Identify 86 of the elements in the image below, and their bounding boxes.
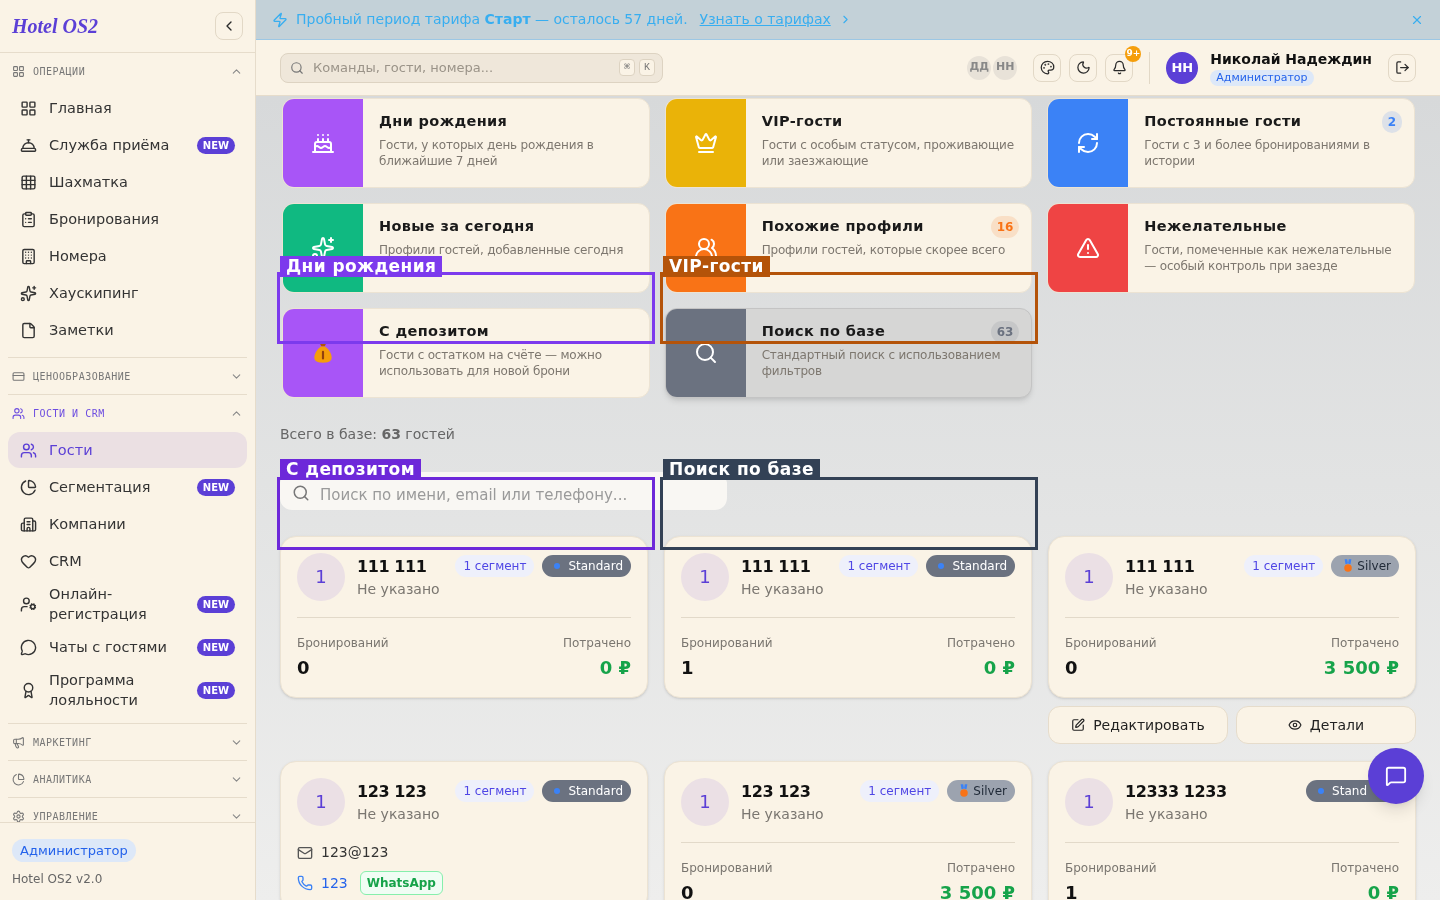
category-title: Поиск по базе <box>761 322 886 342</box>
guest-subtitle: Не указано <box>741 805 825 824</box>
bookings-label: Бронирований <box>681 860 773 877</box>
category-title: Похожие профили <box>761 217 924 237</box>
new-badge: NEW <box>196 478 235 496</box>
segment-tag: 1 сегмент <box>839 555 919 577</box>
spent-label: Потрачено <box>947 635 1015 652</box>
bookings-value: 0 <box>297 656 311 680</box>
category-description: Гости, у которых день рождения в ближайшие 7 дней <box>379 136 595 169</box>
spent-label: Потрачено <box>1330 635 1399 652</box>
tier-tag: Standard <box>542 780 631 802</box>
total-text: Всего в базе: 63 гостей <box>280 425 456 444</box>
spent-value: 3 500 ₽ <box>1323 656 1399 680</box>
category-description: Стандартный поиск с использованием фильтров <box>761 347 1002 379</box>
highlight-tooltip: VIP-гости <box>663 256 770 277</box>
category-description: Гости, помеченные как нежелательные — особый контроль при заезде <box>1144 241 1393 274</box>
guest-name: 12333 1233 <box>1125 782 1228 802</box>
guest-avatar: 1 <box>1065 778 1113 826</box>
guest-subtitle: Не указано <box>741 580 825 599</box>
presence-avatar: НН <box>993 55 1018 80</box>
spent-value: 0 ₽ <box>982 656 1015 680</box>
bookings-value: 1 <box>1065 881 1079 900</box>
spent-label: Потрачено <box>563 635 631 652</box>
guest-avatar: 1 <box>681 778 729 826</box>
guest-name: 111 111 <box>1125 557 1196 577</box>
banner-text: Пробный период тарифа Старт — осталось 57 дней. <box>296 10 688 29</box>
guest-email: 123@123 <box>321 843 389 862</box>
segment-tag: 1 сегмент <box>455 555 535 577</box>
category-description: Профили гостей, добавленные сегодня <box>379 241 625 258</box>
role-badge: Администратор <box>12 838 136 862</box>
segment-tag: 1 сегмент <box>1244 555 1324 577</box>
guest-name: 111 111 <box>357 557 428 577</box>
count-badge: 2 <box>1381 111 1402 133</box>
category-title: Дни рождения <box>379 112 508 131</box>
highlight-tooltip: Поиск по базе <box>663 459 820 480</box>
spent-value: 3 500 ₽ <box>939 881 1015 900</box>
user-role-badge: Администратор <box>1210 69 1314 87</box>
new-badge: NEW <box>196 638 235 656</box>
count-badge: 63 <box>990 321 1020 343</box>
tier-tag: Silver <box>1331 555 1399 577</box>
tier-tag: Standard <box>926 555 1015 577</box>
category-description: Профили гостей, которые скорее всего <box>761 242 1007 258</box>
guest-subtitle: Не указано <box>357 805 441 824</box>
bookings-label: Бронирований <box>681 635 773 652</box>
category-description: Гости с остатком на счёте — можно использовать для новой брони <box>379 346 603 379</box>
bookings-label: Бронирований <box>1065 635 1157 652</box>
version-text: Hotel OS2 v2.0 <box>12 871 103 888</box>
segment-tag: 1 сегмент <box>860 780 940 802</box>
guest-name: 123 123 <box>357 782 428 802</box>
category-title: VIP-гости <box>761 112 843 131</box>
guest-subtitle: Не указано <box>1125 805 1209 824</box>
guest-name: 123 123 <box>741 782 812 802</box>
tier-tag: Standard <box>542 555 631 577</box>
guest-avatar: 1 <box>1065 553 1113 601</box>
new-badge: NEW <box>196 136 235 154</box>
spent-label: Потрачено <box>946 860 1015 877</box>
bookings-label: Бронирований <box>1065 860 1157 877</box>
category-title: Постоянные гости <box>1144 112 1302 132</box>
count-badge: 16 <box>990 216 1020 238</box>
highlight-tooltip: Дни рождения <box>280 256 443 277</box>
guest-avatar: 1 <box>681 553 729 601</box>
category-title: Новые за сегодня <box>379 217 535 236</box>
category-description: Гости с 3 и более бронированиями в истории <box>1144 137 1371 169</box>
notification-count: 9+ <box>1125 45 1142 62</box>
new-badge: NEW <box>196 681 235 699</box>
guest-avatar: 1 <box>297 778 345 826</box>
spent-label: Потрачено <box>1331 860 1399 877</box>
segment-tag: 1 сегмент <box>455 780 535 802</box>
bookings-label: Бронирований <box>297 635 389 652</box>
spent-value: 0 ₽ <box>598 656 631 680</box>
category-title: С депозитом <box>379 322 489 341</box>
category-description: Гости с особым статусом, проживающие или заезжающие <box>761 136 1015 169</box>
bookings-value: 0 <box>681 881 695 900</box>
tier-tag: Silver <box>947 780 1015 802</box>
category-title: Нежелательные <box>1144 217 1287 236</box>
guest-subtitle: Не указано <box>1125 580 1209 599</box>
guest-subtitle: Не указано <box>357 580 441 599</box>
new-badge: NEW <box>196 595 235 613</box>
bookings-value: 0 <box>1065 656 1079 680</box>
guest-name: 111 111 <box>741 557 812 577</box>
user-name: Николай Надеждин <box>1210 49 1372 69</box>
guest-avatar: 1 <box>297 553 345 601</box>
spent-value: 0 ₽ <box>1366 881 1399 900</box>
presence-avatar: ДД <box>967 55 992 80</box>
highlight-tooltip: С депозитом <box>280 459 421 480</box>
bookings-value: 1 <box>681 656 695 680</box>
